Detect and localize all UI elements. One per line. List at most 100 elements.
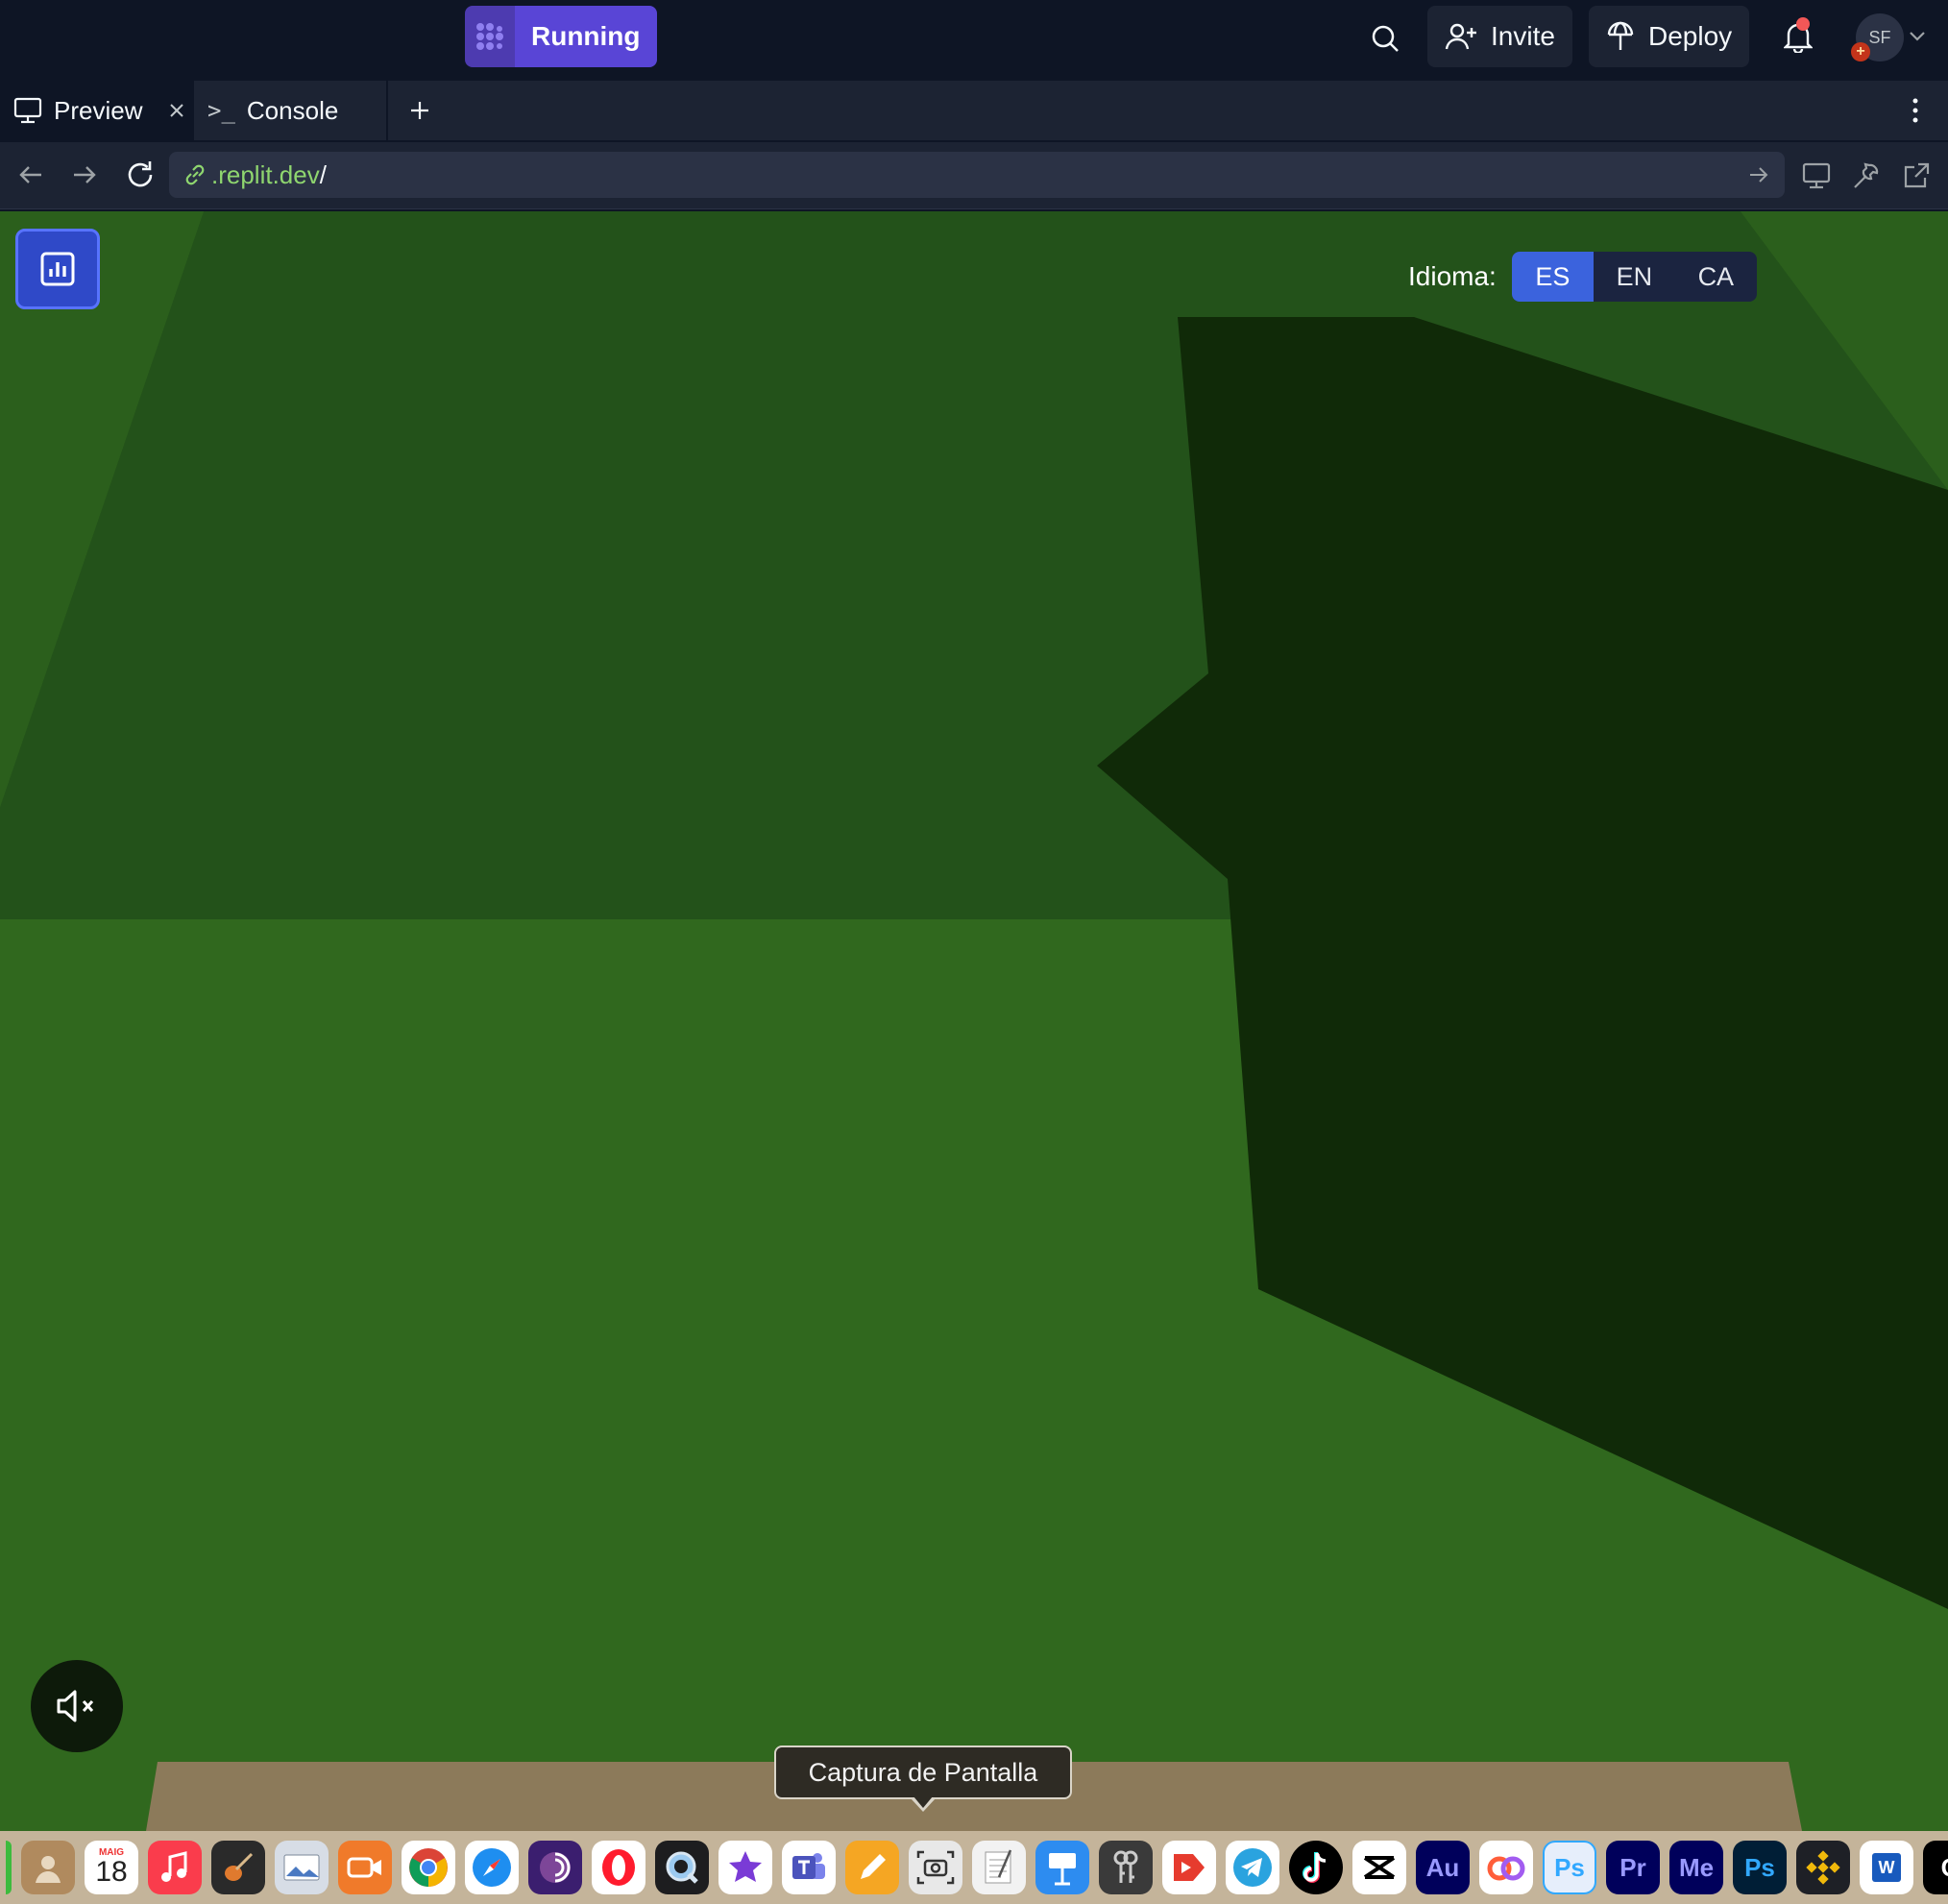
more-options-icon[interactable] (1906, 81, 1925, 140)
word-logo: W (1872, 1853, 1901, 1882)
dock-app-premiere[interactable]: Pr (1606, 1841, 1660, 1894)
dock-app-c[interactable]: C (1923, 1841, 1948, 1894)
language-label: Idioma: (1408, 261, 1497, 291)
dock-app-textedit[interactable] (972, 1841, 1026, 1894)
url-path: / (319, 159, 327, 189)
quicktime-icon (666, 1851, 698, 1884)
go-arrow-icon[interactable] (1748, 165, 1769, 184)
dock-app-screen-recorder[interactable] (338, 1841, 392, 1894)
run-label: Running (515, 6, 657, 67)
dock: MAIG 18 Au Ps Pr Me Ps W (0, 1831, 1948, 1904)
invite-button[interactable]: Invite (1427, 6, 1572, 67)
open-external-icon[interactable] (1898, 158, 1935, 194)
pencil-icon (861, 1854, 886, 1879)
back-arrow-icon[interactable] (13, 158, 48, 192)
compass-icon (473, 1848, 511, 1887)
dock-app-screenshot[interactable] (909, 1841, 962, 1894)
tab-preview[interactable]: Preview (0, 81, 192, 140)
stats-button[interactable] (15, 229, 100, 309)
bar-chart-icon (40, 252, 75, 286)
music-note-icon (161, 1851, 187, 1882)
tooltip-tail-inner (913, 1796, 933, 1808)
tor-onion-icon (540, 1852, 571, 1883)
deploy-icon (1607, 21, 1634, 50)
dock-app-telegram[interactable] (1226, 1841, 1279, 1894)
deploy-button[interactable]: Deploy (1589, 6, 1750, 67)
language-selector: Idioma: ES EN CA (1408, 250, 1757, 304)
mute-button[interactable] (31, 1660, 123, 1752)
game-viewport[interactable]: Idioma: ES EN CA (0, 211, 1948, 1831)
dock-app-word[interactable]: W (1860, 1841, 1913, 1894)
new-tab-button[interactable] (403, 81, 436, 140)
deploy-label: Deploy (1648, 21, 1733, 51)
podium-icon (1049, 1853, 1076, 1886)
dock-app-photoshop[interactable]: Ps (1733, 1841, 1787, 1894)
opera-icon (602, 1849, 635, 1886)
photos-preview-icon (283, 1854, 320, 1881)
video-camera-icon (347, 1857, 381, 1878)
dock-app-chrome[interactable] (402, 1841, 455, 1894)
creative-cloud-icon (1487, 1856, 1525, 1881)
run-grid-icon (465, 6, 515, 67)
dock-app-media-encoder[interactable]: Me (1669, 1841, 1723, 1894)
dock-app-garageband[interactable] (211, 1841, 265, 1894)
device-preview-icon[interactable] (1798, 158, 1835, 194)
reload-icon[interactable] (121, 156, 159, 194)
dock-app-audition[interactable]: Au (1416, 1841, 1470, 1894)
dock-app-opera[interactable] (592, 1841, 645, 1894)
top-bar: Running Invite Deploy SF + (0, 0, 1948, 75)
link-icon (185, 164, 205, 185)
close-icon[interactable] (169, 103, 184, 118)
dock-app-tiktok[interactable] (1289, 1841, 1343, 1894)
dock-app-messages[interactable] (6, 1841, 12, 1894)
dock-app-pdf-expert[interactable] (1162, 1841, 1216, 1894)
chrome-icon (409, 1848, 448, 1887)
dock-app-teams[interactable] (782, 1841, 836, 1894)
tab-label: Console (246, 95, 339, 125)
capcut-icon (1363, 1856, 1396, 1879)
chevron-down-icon[interactable] (1906, 23, 1929, 50)
search-icon[interactable] (1364, 17, 1406, 60)
language-option-es[interactable]: ES (1511, 252, 1594, 302)
language-options: ES EN CA (1511, 252, 1757, 302)
run-button[interactable]: Running (465, 6, 657, 67)
add-user-icon (1445, 23, 1476, 50)
dock-app-imovie[interactable] (718, 1841, 772, 1894)
url-input[interactable]: .replit.dev / (169, 152, 1785, 198)
avatar-badge: + (1851, 42, 1870, 61)
terminal-icon: >_ (207, 97, 235, 124)
document-pen-icon (985, 1849, 1012, 1884)
dock-app-keychain[interactable] (1099, 1841, 1153, 1894)
forward-arrow-icon[interactable] (67, 158, 102, 192)
language-option-en[interactable]: EN (1594, 252, 1675, 302)
calendar-day: 18 (95, 1856, 128, 1888)
keys-icon (1113, 1850, 1138, 1883)
dock-app-preview[interactable] (275, 1841, 329, 1894)
tab-console[interactable]: >_ Console (194, 81, 386, 140)
tab-label: Preview (54, 95, 143, 125)
pdf-icon (1174, 1854, 1205, 1881)
invite-label: Invite (1491, 21, 1555, 51)
wrench-icon[interactable] (1848, 158, 1885, 194)
guitar-icon (225, 1852, 254, 1881)
camera-icon (916, 1850, 955, 1885)
notification-dot (1796, 17, 1810, 31)
dock-app-capcut[interactable] (1352, 1841, 1406, 1894)
dock-app-tor[interactable] (528, 1841, 582, 1894)
dock-app-photoshop-express[interactable]: Ps (1543, 1841, 1596, 1894)
speaker-muted-icon (57, 1690, 94, 1722)
dock-app-calendar[interactable]: MAIG 18 (85, 1841, 138, 1894)
tab-divider (386, 81, 388, 140)
dock-app-binance[interactable] (1796, 1841, 1850, 1894)
dock-app-music[interactable] (148, 1841, 202, 1894)
paper-plane-icon (1233, 1848, 1272, 1887)
dock-app-safari[interactable] (465, 1841, 519, 1894)
language-option-ca[interactable]: CA (1675, 252, 1757, 302)
dock-app-creative-cloud[interactable] (1479, 1841, 1533, 1894)
plus-icon (411, 102, 428, 119)
dock-app-quicktime[interactable] (655, 1841, 709, 1894)
dock-app-contacts[interactable] (21, 1841, 75, 1894)
dock-app-keynote[interactable] (1035, 1841, 1089, 1894)
dock-app-pages[interactable] (845, 1841, 899, 1894)
contacts-icon (36, 1856, 61, 1883)
